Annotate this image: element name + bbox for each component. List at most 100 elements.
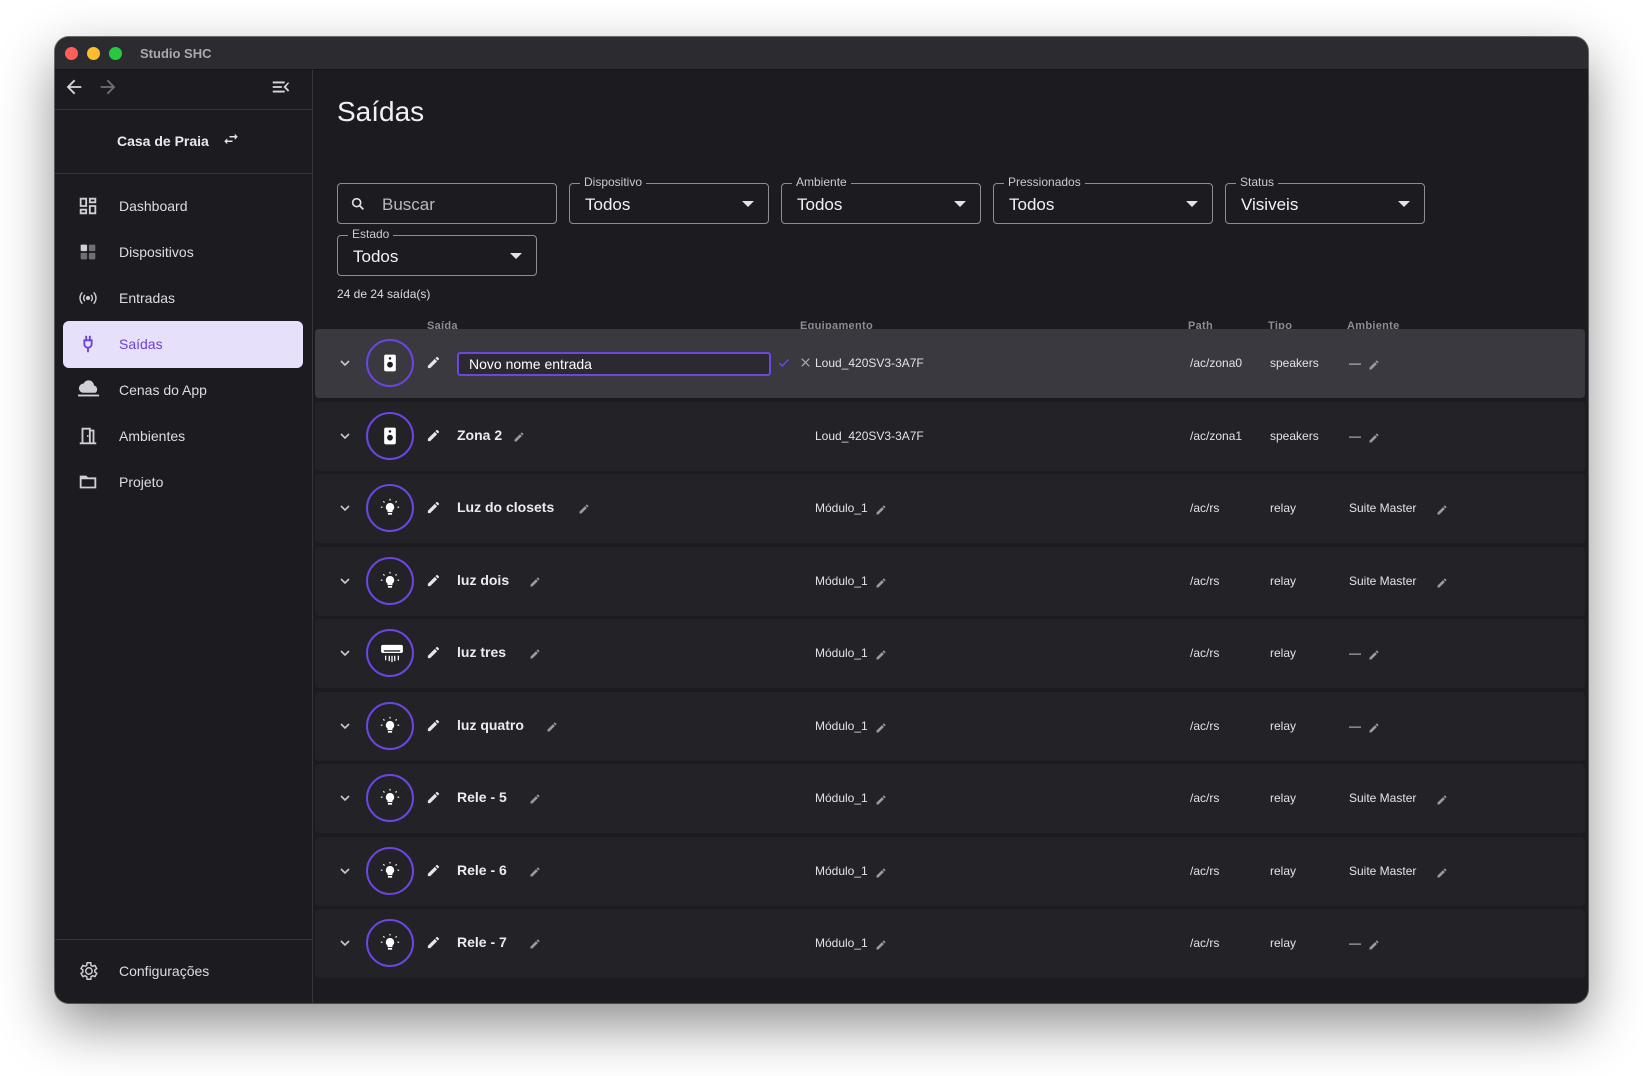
edit-pencil-icon[interactable] (426, 645, 441, 665)
table-row[interactable]: Zona 2 Loud_420SV3-3A7F/ac/zona1 speakers — (315, 401, 1585, 471)
dropdown-arrow-icon (1398, 201, 1410, 207)
dropdown-arrow-icon (954, 201, 966, 207)
cancel-x-icon[interactable] (799, 356, 812, 374)
expand-chevron-icon[interactable] (337, 428, 353, 449)
edit-pencil-icon[interactable] (426, 428, 441, 448)
back-arrow-icon[interactable] (63, 76, 85, 103)
rename-output-input[interactable] (457, 352, 771, 376)
edit-equipment-pencil-icon[interactable] (875, 648, 887, 666)
edit-pencil-icon[interactable] (426, 500, 441, 520)
edit-ambiente-pencil-icon[interactable] (1368, 431, 1380, 449)
table-row[interactable]: Rele - 7 Módulo_1/ac/rs relay — (315, 909, 1585, 978)
filter-value: Todos (585, 195, 631, 214)
edit-equipment-pencil-icon[interactable] (875, 866, 887, 884)
edit-ambiente-pencil-icon[interactable] (1368, 648, 1380, 666)
edit-ambiente-pencil-icon[interactable] (1436, 793, 1448, 811)
filter-value: Todos (353, 247, 399, 266)
sidebar-item-dispositivos[interactable]: Dispositivos (63, 229, 303, 276)
table-row[interactable]: luz tres Módulo_1/ac/rs relay — (315, 619, 1585, 688)
edit-ambiente-pencil-icon[interactable] (1368, 721, 1380, 739)
expand-chevron-icon[interactable] (337, 790, 353, 811)
edit-pencil-icon[interactable] (426, 935, 441, 955)
table-row[interactable]: Rele - 5 Módulo_1/ac/rs relay Suite Master (315, 764, 1585, 833)
output-type-avatar (366, 629, 414, 677)
expand-chevron-icon[interactable] (337, 863, 353, 884)
confirm-check-icon[interactable] (777, 356, 791, 375)
edit-name-pencil-icon[interactable] (529, 937, 541, 955)
edit-name-pencil-icon[interactable] (578, 502, 590, 520)
filter-estado[interactable]: Estado Todos (337, 227, 537, 276)
filter-ambiente[interactable]: Ambiente Todos (781, 175, 981, 224)
close-window-button[interactable] (65, 47, 78, 60)
search-input[interactable]: Buscar (337, 183, 557, 224)
edit-ambiente-pencil-icon[interactable] (1436, 866, 1448, 884)
table-row[interactable]: Rele - 6 Módulo_1/ac/rs relay Suite Master (315, 836, 1585, 906)
expand-chevron-icon[interactable] (337, 645, 353, 666)
zoom-window-button[interactable] (109, 47, 122, 60)
app-window: Studio SHC Casa de Praia Dashboard Dispo… (55, 37, 1588, 1003)
output-path: /ac/rs (1190, 501, 1220, 515)
filter-dispositivo[interactable]: Dispositivo Todos (569, 175, 769, 224)
equipment-name: Loud_420SV3-3A7F (815, 356, 924, 370)
table-row[interactable]: luz quatro Módulo_1/ac/rs relay — (315, 691, 1585, 761)
sidebar-item-ambientes[interactable]: Ambientes (63, 413, 303, 460)
sidebar-item-label: Cenas do App (119, 382, 207, 398)
table-row[interactable]: luz dois Módulo_1/ac/rs relay Suite Master (315, 546, 1585, 616)
output-name: Zona 2 (457, 426, 503, 443)
sidebar-item-label: Dispositivos (119, 244, 194, 260)
filter-status[interactable]: Status Visiveis (1225, 175, 1425, 224)
filter-pressionados[interactable]: Pressionados Todos (993, 175, 1213, 224)
forward-arrow-icon[interactable] (97, 76, 119, 103)
sidebar-item-cenas[interactable]: Cenas do App (63, 367, 303, 414)
edit-ambiente-pencil-icon[interactable] (1436, 576, 1448, 594)
expand-chevron-icon[interactable] (337, 573, 353, 594)
edit-name-pencil-icon[interactable] (529, 865, 541, 883)
edit-equipment-pencil-icon[interactable] (875, 503, 887, 521)
output-type-avatar (366, 411, 414, 460)
sidebar-item-label: Ambientes (119, 428, 186, 444)
output-type-avatar (366, 556, 414, 605)
edit-pencil-icon[interactable] (426, 573, 441, 593)
expand-chevron-icon[interactable] (337, 718, 353, 739)
edit-equipment-pencil-icon[interactable] (875, 576, 887, 594)
edit-equipment-pencil-icon[interactable] (875, 938, 887, 956)
output-ambiente: — (1349, 718, 1361, 733)
edit-name-pencil-icon[interactable] (546, 720, 558, 738)
sidebar-item-entradas[interactable]: Entradas (63, 275, 303, 322)
sidebar-item-saidas[interactable]: Saídas (63, 321, 303, 368)
edit-ambiente-pencil-icon[interactable] (1436, 503, 1448, 521)
edit-name-pencil-icon[interactable] (529, 647, 541, 665)
sidebar-item-dashboard[interactable]: Dashboard (63, 183, 303, 230)
sidebar-item-label: Entradas (119, 290, 176, 306)
collapse-menu-icon[interactable] (270, 76, 292, 103)
edit-name-pencil-icon[interactable] (513, 430, 525, 448)
door-icon (77, 425, 99, 447)
equipment-name: Módulo_1 (815, 573, 868, 588)
edit-name-pencil-icon[interactable] (529, 575, 541, 593)
edit-ambiente-pencil-icon[interactable] (1368, 938, 1380, 956)
cloud-icon (77, 379, 100, 401)
edit-pencil-icon[interactable] (426, 355, 441, 375)
edit-pencil-icon[interactable] (426, 790, 441, 810)
edit-pencil-icon[interactable] (426, 718, 441, 738)
output-name: luz tres (457, 644, 507, 660)
results-count: 24 de 24 saída(s) (337, 287, 431, 301)
swap-arrows-icon[interactable] (222, 130, 240, 153)
output-path: /ac/rs (1190, 863, 1220, 878)
dropdown-arrow-icon (510, 253, 522, 259)
sidebar-item-configuracoes[interactable]: Configurações (63, 948, 303, 995)
minimize-window-button[interactable] (87, 47, 100, 60)
expand-chevron-icon[interactable] (337, 500, 353, 521)
expand-chevron-icon[interactable] (337, 355, 353, 376)
edit-name-pencil-icon[interactable] (529, 792, 541, 810)
table-row[interactable]: Loud_420SV3-3A7F/ac/zona0 speakers — (315, 329, 1585, 398)
table-row[interactable]: Luz do closets Módulo_1/ac/rs relay Suite M… (315, 474, 1585, 543)
sidebar-item-projeto[interactable]: Projeto (63, 459, 303, 506)
edit-pencil-icon[interactable] (426, 863, 441, 883)
edit-ambiente-pencil-icon[interactable] (1368, 358, 1380, 376)
expand-chevron-icon[interactable] (337, 935, 353, 956)
edit-equipment-pencil-icon[interactable] (875, 721, 887, 739)
output-path: /ac/rs (1190, 573, 1220, 588)
edit-equipment-pencil-icon[interactable] (875, 793, 887, 811)
project-selector[interactable]: Casa de Praia (55, 110, 313, 174)
